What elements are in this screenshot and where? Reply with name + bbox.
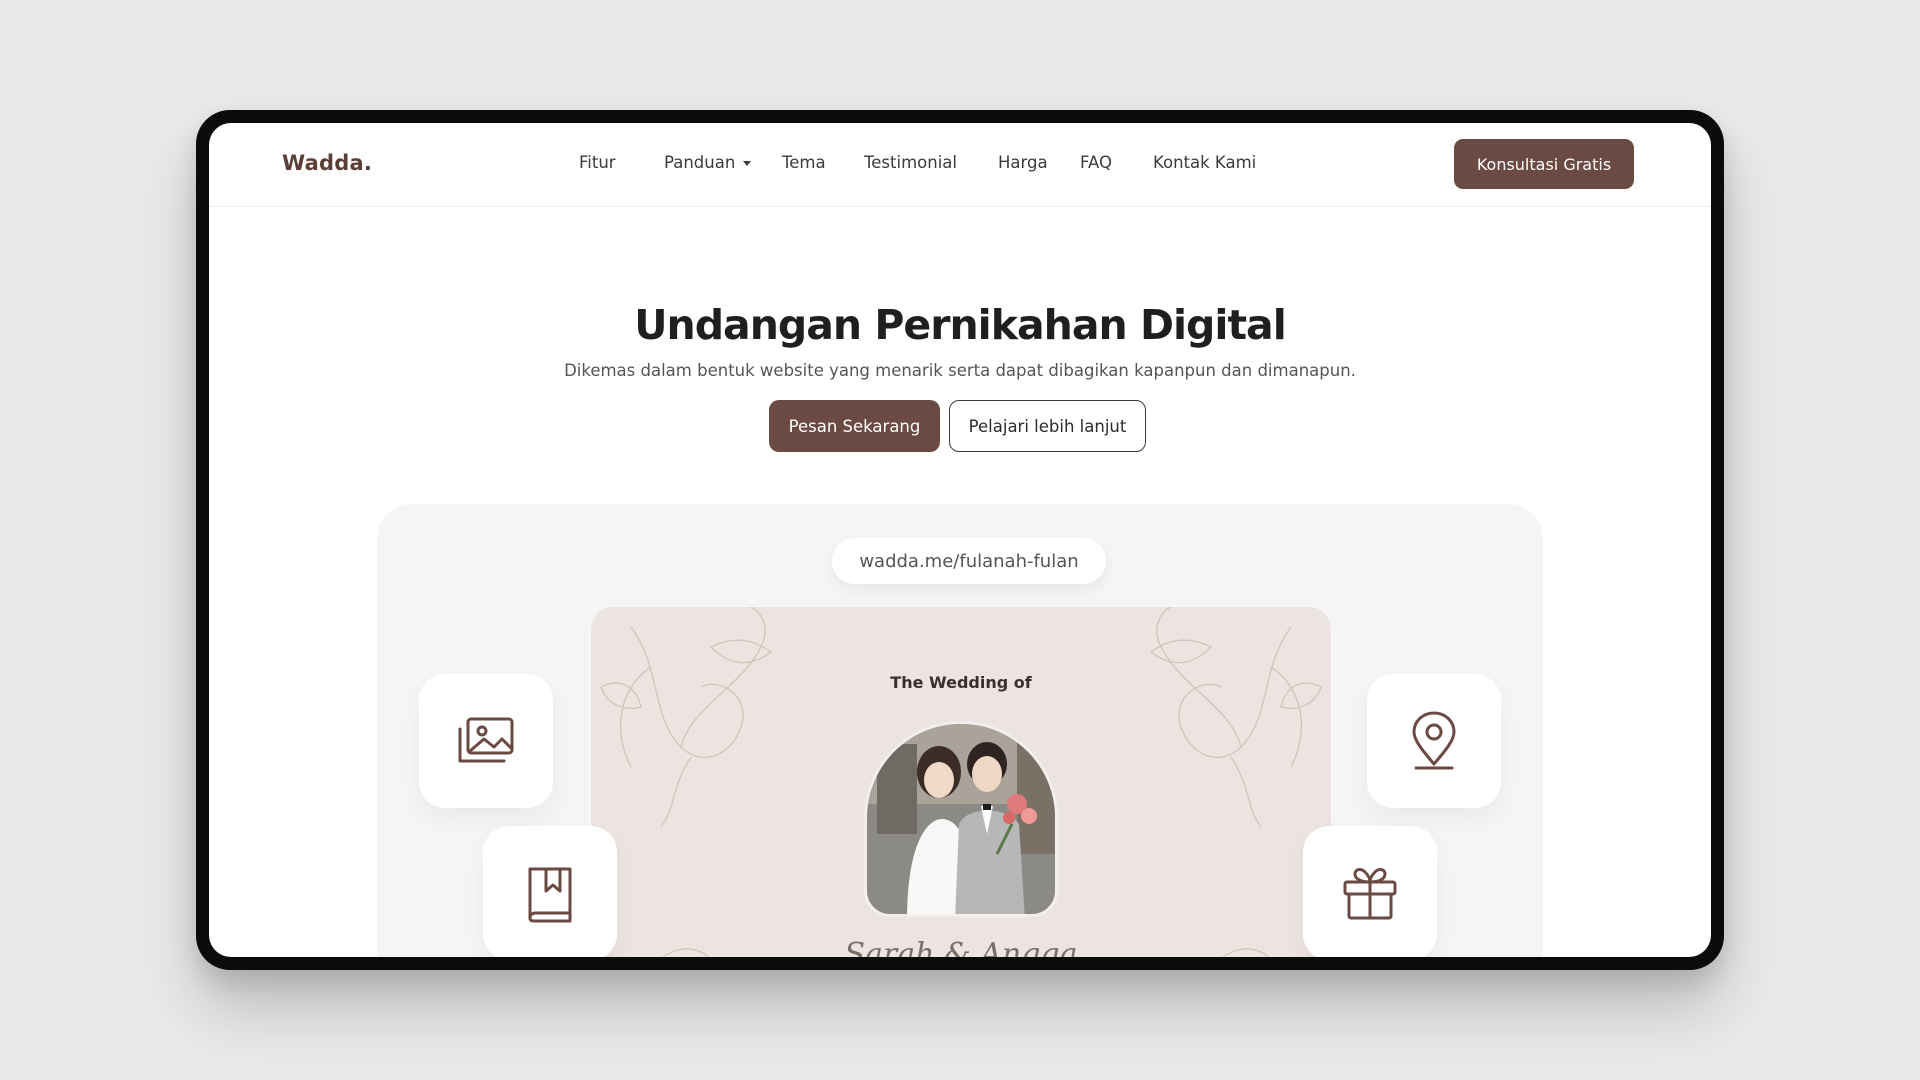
hero-title: Undangan Pernikahan Digital bbox=[634, 301, 1287, 349]
invitation-card: The Wedding of Sarah & Angga bbox=[591, 607, 1331, 957]
guestbook-tile[interactable] bbox=[483, 826, 617, 957]
nav-item-panduan-label: Panduan bbox=[664, 153, 736, 172]
pesan-sekarang-button[interactable]: Pesan Sekarang bbox=[769, 400, 940, 452]
hero-subtitle: Dikemas dalam bentuk website yang menari… bbox=[564, 361, 1356, 380]
gift-tile[interactable] bbox=[1303, 826, 1437, 957]
url-pill: wadda.me/fulanah-fulan bbox=[832, 538, 1106, 584]
top-navbar: Wadda. Fitur Panduan Tema Testimonial Ha… bbox=[209, 123, 1711, 207]
nav-item-harga[interactable]: Harga bbox=[998, 153, 1048, 172]
gift-icon bbox=[1343, 868, 1397, 920]
couple-photo bbox=[864, 721, 1058, 917]
device-frame: Wadda. Fitur Panduan Tema Testimonial Ha… bbox=[196, 110, 1724, 970]
gallery-icon bbox=[458, 717, 514, 763]
nav-item-testimonial[interactable]: Testimonial bbox=[864, 153, 957, 172]
nav-item-tema[interactable]: Tema bbox=[782, 153, 826, 172]
browser-screen: Wadda. Fitur Panduan Tema Testimonial Ha… bbox=[209, 123, 1711, 957]
pelajari-lebih-lanjut-button[interactable]: Pelajari lebih lanjut bbox=[949, 400, 1146, 452]
konsultasi-gratis-button[interactable]: Konsultasi Gratis bbox=[1454, 139, 1634, 189]
location-tile[interactable] bbox=[1367, 674, 1501, 808]
gallery-tile[interactable] bbox=[419, 674, 553, 808]
nav-item-fitur[interactable]: Fitur bbox=[579, 153, 616, 172]
location-pin-icon bbox=[1412, 711, 1456, 770]
couple-names: Sarah & Angga bbox=[844, 937, 1078, 957]
nav-item-panduan[interactable]: Panduan bbox=[664, 153, 752, 172]
guestbook-icon bbox=[528, 867, 572, 923]
card-title: The Wedding of bbox=[890, 673, 1032, 692]
nav-item-kontak-kami[interactable]: Kontak Kami bbox=[1153, 153, 1256, 172]
chevron-down-icon bbox=[743, 161, 752, 166]
nav-item-faq[interactable]: FAQ bbox=[1080, 153, 1112, 172]
invitation-preview: wadda.me/fulanah-fulan The Wedding of Sa… bbox=[377, 504, 1543, 957]
